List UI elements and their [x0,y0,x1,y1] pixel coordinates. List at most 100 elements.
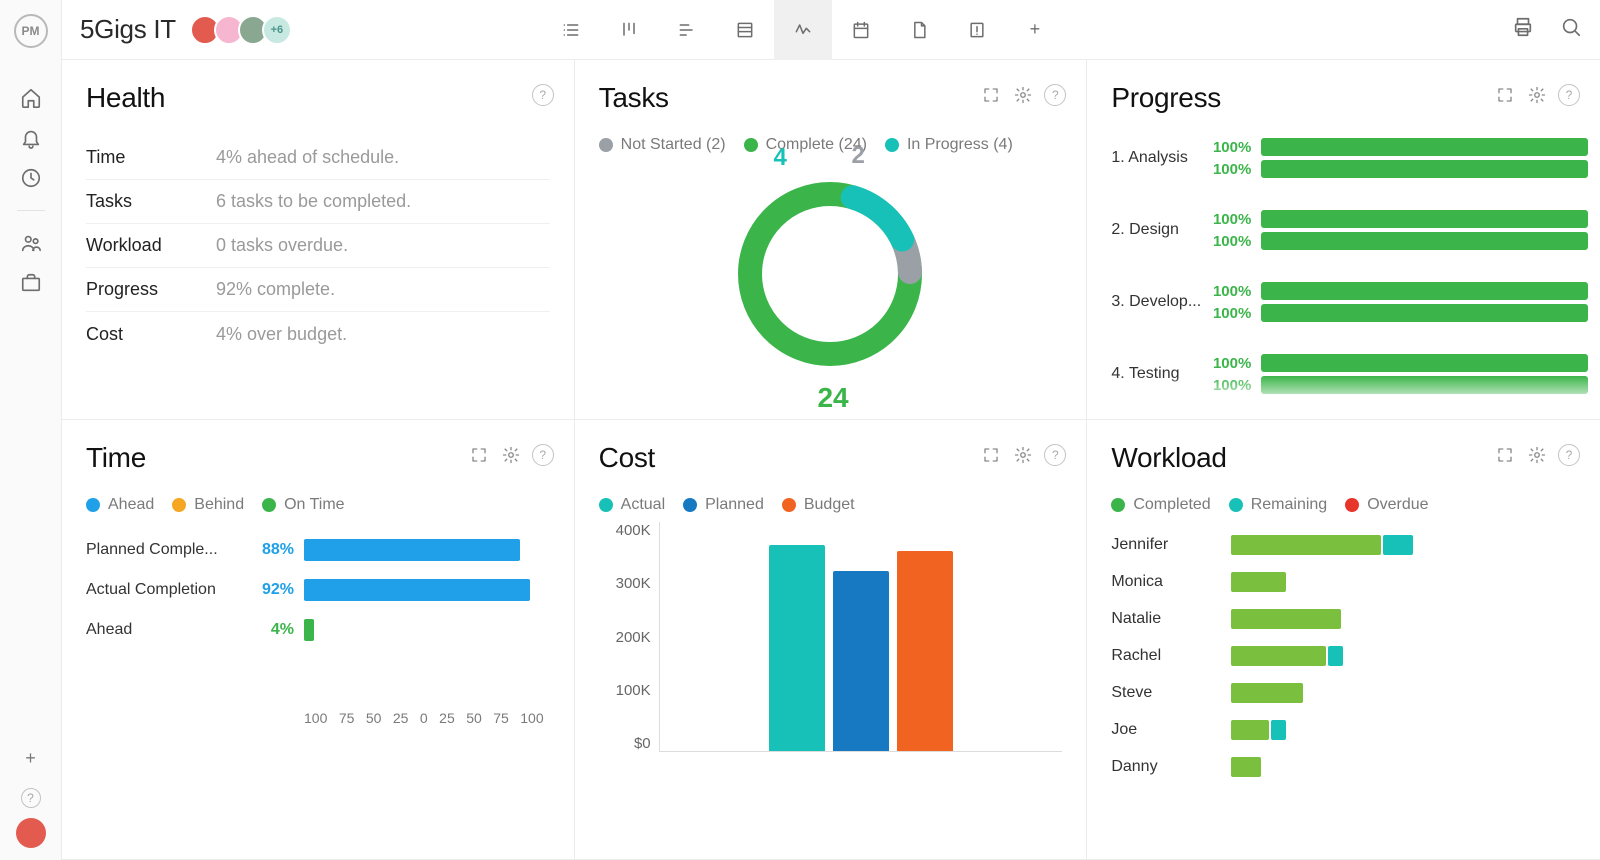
axis-tick: 0 [420,710,428,726]
expand-icon[interactable] [468,444,490,466]
expand-icon[interactable] [980,84,1002,106]
legend-item: On Time [262,496,344,514]
gear-icon[interactable] [1526,84,1548,106]
legend-dot-icon [1345,498,1359,512]
legend-label: Overdue [1367,496,1428,514]
project-header: 5Gigs IT +6 + [62,0,1600,60]
legend-label: On Time [284,496,344,514]
view-list-icon[interactable] [542,0,600,60]
project-title: 5Gigs IT [80,14,176,45]
progress-name: 2. Design [1111,221,1211,239]
nav-team-icon[interactable] [11,223,51,263]
nav-portfolio-icon[interactable] [11,263,51,303]
legend-label: Ahead [108,496,154,514]
workload-row: Joe [1111,711,1576,748]
workload-rows: JenniferMonicaNatalieRachelSteveJoeDanny [1111,526,1576,785]
sidebar-help-button[interactable]: ? [11,778,51,818]
search-icon[interactable] [1560,16,1582,43]
time-label: Planned Comple... [86,541,246,559]
health-label: Time [86,147,216,168]
gear-icon[interactable] [1012,444,1034,466]
help-icon[interactable]: ? [1558,444,1580,466]
app-logo[interactable]: PM [14,14,48,48]
view-sheet-icon[interactable] [716,0,774,60]
health-label: Progress [86,279,216,300]
help-icon[interactable]: ? [1044,84,1066,106]
help-icon[interactable]: ? [532,84,554,106]
axis-tick: 75 [493,710,509,726]
health-row: Time4% ahead of schedule. [86,136,550,180]
workload-bar [1231,646,1345,666]
donut-label-inprogress: 4 [773,144,786,172]
time-bar [304,579,530,601]
cost-legend: Actual Planned Budget [599,496,1063,514]
tasks-legend: Not Started (2)Complete (24)In Progress … [599,136,1063,154]
view-board-icon[interactable] [600,0,658,60]
gear-icon[interactable] [1012,84,1034,106]
workload-legend: CompletedRemainingOverdue [1111,496,1576,514]
health-value: 0 tasks overdue. [216,235,348,256]
legend-item: Planned [683,496,764,514]
legend-item: Complete (24) [744,136,867,154]
gear-icon[interactable] [1526,444,1548,466]
help-icon[interactable]: ? [1044,444,1066,466]
legend-label: Completed [1133,496,1210,514]
nav-home-icon[interactable] [11,78,51,118]
workload-name: Jennifer [1111,536,1231,554]
legend-label: In Progress (4) [907,136,1013,154]
card-tasks: Tasks ? Not Started (2)Complete (24)In P… [575,60,1088,420]
workload-row: Monica [1111,563,1576,600]
legend-dot-icon [683,498,697,512]
view-tabs: + [542,0,1064,60]
workload-bar [1231,609,1343,629]
global-sidebar: PM + ? [0,0,62,860]
health-value: 92% complete. [216,279,335,300]
legend-label: Actual [621,496,665,514]
workload-name: Steve [1111,684,1231,702]
view-gantt-icon[interactable] [658,0,716,60]
time-legend: Ahead Behind On Time [86,496,550,514]
workload-bar [1231,572,1288,592]
expand-icon[interactable] [1494,444,1516,466]
y-tick: 300K [616,575,651,592]
workload-segment [1231,683,1303,703]
nav-recent-icon[interactable] [11,158,51,198]
nav-notifications-icon[interactable] [11,118,51,158]
print-icon[interactable] [1512,16,1534,43]
progress-percent: 100% [1211,355,1251,372]
workload-name: Joe [1111,721,1231,739]
progress-percent: 100% [1211,305,1251,322]
time-row: Actual Completion92% [86,570,550,610]
health-row: Workload0 tasks overdue. [86,224,550,268]
time-percent: 4% [246,621,304,639]
legend-label: Budget [804,496,855,514]
axis-tick: 100 [304,710,327,726]
legend-item: Actual [599,496,665,514]
sidebar-add-button[interactable]: + [11,738,51,778]
view-file-icon[interactable] [890,0,948,60]
legend-dot-icon [782,498,796,512]
expand-icon[interactable] [980,444,1002,466]
view-calendar-icon[interactable] [832,0,890,60]
project-members[interactable]: +6 [196,15,292,45]
progress-name: 1. Analysis [1111,149,1211,167]
expand-icon[interactable] [1494,84,1516,106]
time-bar [304,619,314,641]
donut-label-notstarted: 2 [851,142,864,170]
view-add-button[interactable]: + [1006,0,1064,60]
progress-bar [1261,210,1588,228]
current-user-avatar[interactable] [16,818,46,848]
time-percent: 88% [246,541,304,559]
sidebar-divider [17,210,45,211]
avatar-overflow[interactable]: +6 [262,15,292,45]
gear-icon[interactable] [500,444,522,466]
legend-dot-icon [599,138,613,152]
help-icon[interactable]: ? [1558,84,1580,106]
view-report-icon[interactable] [948,0,1006,60]
progress-row: 2. Design100%100% [1111,208,1588,252]
workload-row: Rachel [1111,637,1576,674]
view-dashboard-icon[interactable] [774,0,832,60]
help-icon[interactable]: ? [532,444,554,466]
y-tick: 100K [616,682,651,699]
legend-label: Behind [194,496,244,514]
